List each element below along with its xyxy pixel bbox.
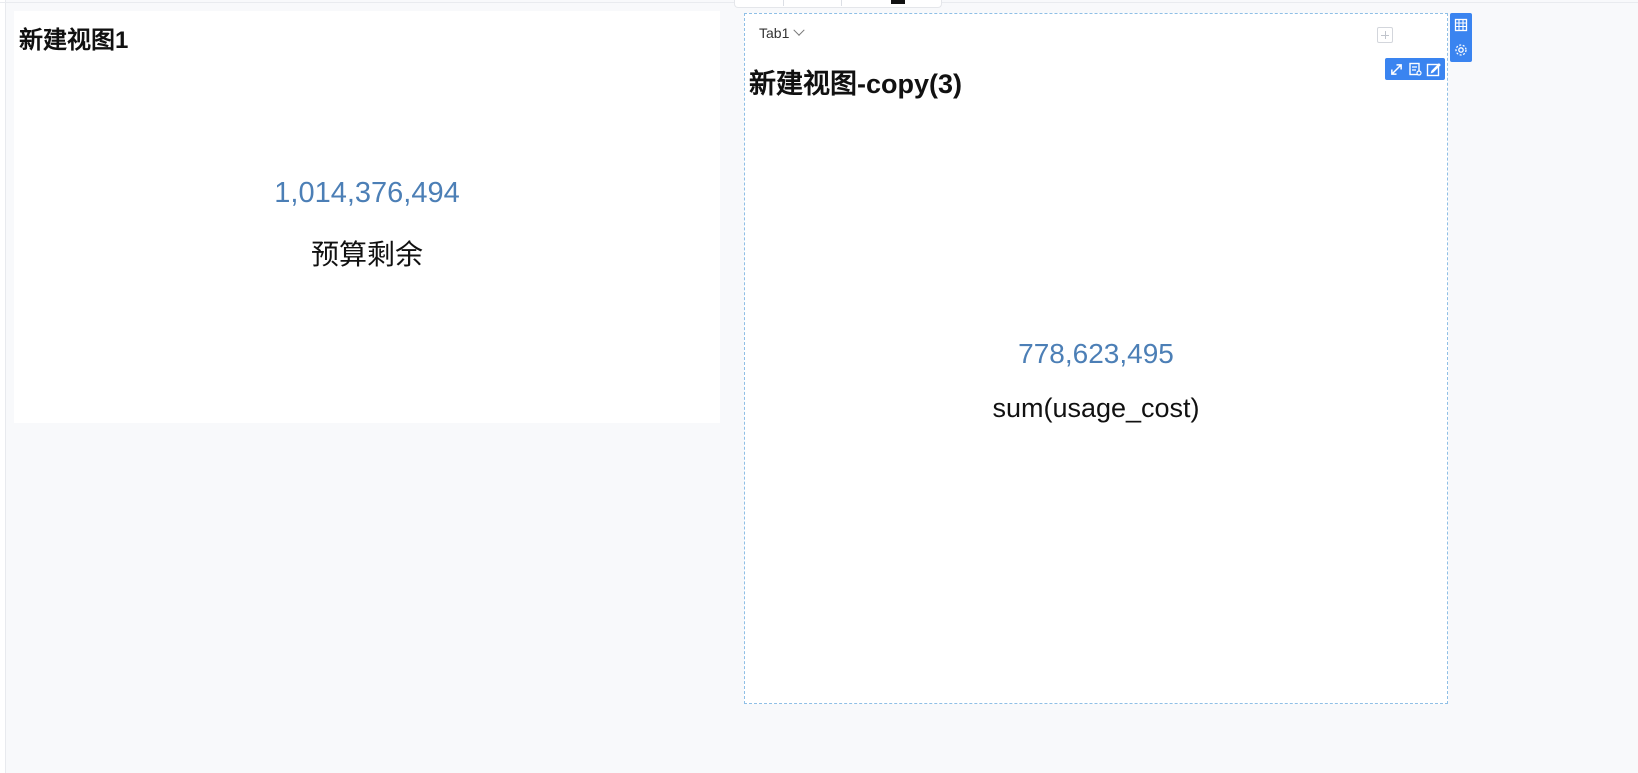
- panel-title: 新建视图1: [19, 27, 129, 54]
- settings-icon[interactable]: [1453, 42, 1469, 58]
- kpi-value: 1,014,376,494: [274, 177, 460, 209]
- component-side-toolbar: [1450, 13, 1472, 62]
- add-tab-icon[interactable]: [1377, 27, 1393, 43]
- kpi-value-wrap: 1,014,376,494: [14, 177, 720, 210]
- toolbar-divider: [783, 0, 784, 6]
- kpi-label: 预算剩余: [310, 239, 423, 270]
- tab-tab1[interactable]: Tab1: [759, 24, 806, 41]
- kpi-label-wrap: sum(usage_cost): [745, 393, 1447, 424]
- top-toolbar: [734, 0, 942, 8]
- expand-icon[interactable]: [1388, 61, 1404, 77]
- tab-label: Tab1: [759, 25, 790, 41]
- kpi-panel-budget-remaining[interactable]: 新建视图1 1,014,376,494 预算剩余: [14, 11, 720, 423]
- left-sidebar-edge: [0, 0, 6, 773]
- kpi-value-wrap: 778,623,495: [745, 338, 1447, 370]
- edit-icon[interactable]: [1426, 61, 1442, 77]
- kpi-value: 778,623,495: [1018, 338, 1174, 369]
- toolbar-marker: [891, 0, 905, 4]
- chevron-down-icon[interactable]: [793, 24, 806, 36]
- toolbar-divider: [841, 0, 842, 6]
- view-toolbar: [1385, 58, 1445, 80]
- details-icon[interactable]: [1407, 61, 1423, 77]
- kpi-label-wrap: 预算剩余: [14, 233, 720, 273]
- tab-component-panel[interactable]: Tab1 新建视图-copy(3) 778,623,495 sum(usage_…: [744, 13, 1448, 704]
- panel-title: 新建视图-copy(3): [749, 69, 963, 99]
- grid-icon[interactable]: [1453, 17, 1469, 33]
- kpi-label: sum(usage_cost): [992, 393, 1200, 423]
